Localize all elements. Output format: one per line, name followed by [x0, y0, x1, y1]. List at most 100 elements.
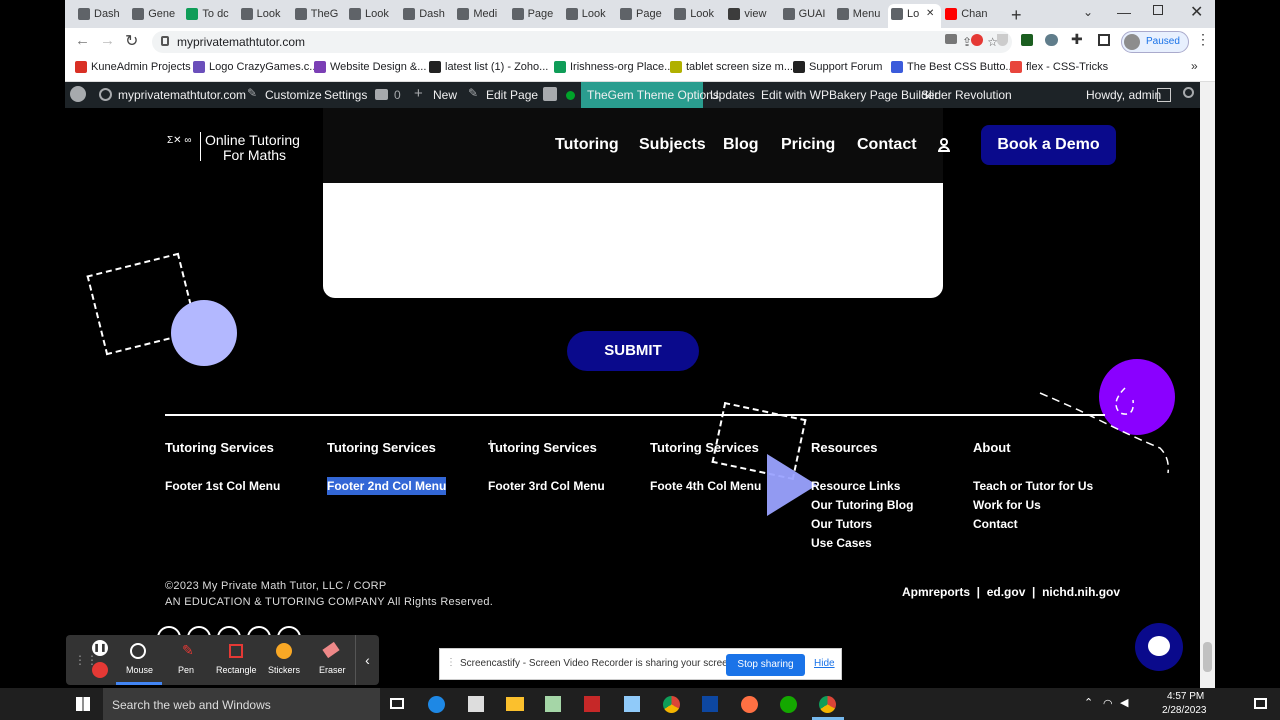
- wp-theme-options-link[interactable]: TheGem Theme Options: [581, 82, 719, 108]
- bookmark-item[interactable]: Irishness-org Place...: [554, 61, 673, 73]
- site-logo[interactable]: Σ✕ ∞ Online Tutoring For Maths: [167, 132, 317, 164]
- download-ext-icon[interactable]: [1021, 34, 1033, 46]
- forward-button[interactable]: →: [100, 32, 115, 49]
- browser-tab[interactable]: Lo ✕: [888, 4, 941, 28]
- wp-search-icon[interactable]: [1183, 87, 1194, 98]
- admin-avatar[interactable]: [1157, 88, 1171, 102]
- bookmark-item[interactable]: latest list (1) - Zoho...: [429, 61, 548, 73]
- footer-col3-link[interactable]: Footer 3rd Col Menu: [488, 479, 605, 493]
- footer-col1-link[interactable]: Footer 1st Col Menu: [165, 479, 280, 493]
- wp-site-link[interactable]: myprivatemathtutor.com: [118, 88, 246, 102]
- bookmark-item[interactable]: tablet screen size m...: [670, 61, 793, 73]
- taskbar-date[interactable]: 2/28/2023: [1162, 705, 1207, 716]
- browser-tab[interactable]: view: [725, 4, 778, 28]
- browser-tab[interactable]: Page: [509, 4, 562, 28]
- restore-button[interactable]: [1153, 5, 1163, 15]
- screencastify-ext-icon[interactable]: [971, 34, 983, 46]
- tab-search-icon[interactable]: ⌄: [1083, 5, 1093, 19]
- wp-wpbakery-link[interactable]: Edit with WPBakery Page Builder: [761, 88, 938, 102]
- bookmark-item[interactable]: flex - CSS-Tricks: [1010, 61, 1108, 73]
- form-textarea[interactable]: [323, 168, 943, 298]
- nav-subjects[interactable]: Subjects: [639, 136, 706, 154]
- browser-tab[interactable]: Dash: [400, 4, 453, 28]
- footer-work-for-us[interactable]: Work for Us: [973, 498, 1041, 512]
- wifi-icon[interactable]: ◠: [1103, 697, 1113, 710]
- stop-sharing-button[interactable]: Stop sharing: [726, 654, 805, 676]
- omnibox[interactable]: myprivatemathtutor.com ⇪ ☆: [152, 31, 1012, 53]
- sidebar-icon[interactable]: [1098, 34, 1110, 46]
- yoast-icon[interactable]: [543, 87, 557, 101]
- footer-teach-tutor[interactable]: Teach or Tutor for Us: [973, 479, 1093, 493]
- bookmark-item[interactable]: Support Forum: [793, 61, 882, 73]
- shield-ext-icon[interactable]: [997, 34, 1008, 46]
- app-icon-store[interactable]: [624, 696, 640, 712]
- new-tab-button[interactable]: +: [1011, 5, 1022, 26]
- footer-col2-link[interactable]: Footer 2nd Col Menu: [327, 477, 447, 495]
- browser-tab[interactable]: Look: [238, 4, 291, 28]
- browser-tab[interactable]: GUAI: [780, 4, 833, 28]
- footer-our-tutors[interactable]: Our Tutors: [811, 517, 872, 531]
- notepad-icon[interactable]: [545, 696, 561, 712]
- page-scrollbar[interactable]: [1200, 82, 1215, 688]
- tool-mouse[interactable]: Mouse: [116, 635, 162, 685]
- wp-edit-page-link[interactable]: Edit Page: [486, 88, 538, 102]
- footer-col4-link[interactable]: Foote 4th Col Menu: [650, 479, 761, 493]
- edge-icon[interactable]: [428, 696, 445, 713]
- wp-new-link[interactable]: New: [433, 88, 457, 102]
- photoshop-icon[interactable]: [702, 696, 718, 712]
- browser-menu-icon[interactable]: ⋮: [1196, 31, 1210, 48]
- tool-pen[interactable]: ✎ Pen: [166, 635, 210, 685]
- wp-updates-link[interactable]: Updates: [710, 88, 755, 102]
- browser-tab[interactable]: Chan: [942, 4, 995, 28]
- chrome-active-icon[interactable]: [819, 696, 836, 713]
- upwork-icon[interactable]: [780, 696, 797, 713]
- camera-ext-icon[interactable]: [945, 34, 957, 44]
- browser-tab[interactable]: Medi: [454, 4, 507, 28]
- volume-icon[interactable]: ◀: [1120, 696, 1128, 709]
- browser-tab[interactable]: Look: [346, 4, 399, 28]
- taskbar-search-box[interactable]: Search the web and Windows: [103, 688, 380, 720]
- browser-tab[interactable]: Look: [563, 4, 616, 28]
- browser-tab[interactable]: To dc: [183, 4, 236, 28]
- wordpress-logo-icon[interactable]: [70, 86, 86, 102]
- footer-contact[interactable]: Contact: [973, 517, 1018, 531]
- tool-stickers[interactable]: Stickers: [262, 635, 306, 685]
- pause-recording-button[interactable]: ❚❚: [92, 640, 108, 656]
- browser-tab[interactable]: Dash: [75, 4, 128, 28]
- book-demo-button[interactable]: Book a Demo: [981, 125, 1116, 165]
- tool-eraser[interactable]: Eraser: [310, 635, 352, 685]
- browser-tab[interactable]: TheG: [292, 4, 345, 28]
- close-window-button[interactable]: ✕: [1190, 2, 1203, 22]
- hide-banner-link[interactable]: Hide: [814, 658, 835, 669]
- more-bookmarks-icon[interactable]: »: [1191, 59, 1198, 73]
- nav-pricing[interactable]: Pricing: [781, 136, 835, 154]
- browser-tab[interactable]: Page: [617, 4, 670, 28]
- nav-tutoring[interactable]: Tutoring: [555, 136, 619, 154]
- bookmark-item[interactable]: The Best CSS Butto...: [891, 61, 1015, 73]
- footer-use-cases[interactable]: Use Cases: [811, 536, 872, 550]
- cloud-ext-icon[interactable]: [1045, 34, 1058, 46]
- browser-tab[interactable]: Look: [671, 4, 724, 28]
- taskbar-time[interactable]: 4:57 PM: [1167, 691, 1204, 702]
- close-tab-icon[interactable]: ✕: [926, 4, 934, 24]
- collapse-toolbar-button[interactable]: ‹: [355, 635, 379, 685]
- chrome-icon[interactable]: [663, 696, 680, 713]
- tool-rectangle[interactable]: Rectangle: [212, 635, 260, 685]
- nav-blog[interactable]: Blog: [723, 136, 759, 154]
- extensions-puzzle-icon[interactable]: ✚: [1071, 31, 1083, 48]
- user-account-icon[interactable]: [938, 138, 950, 152]
- banner-drag-icon[interactable]: ⋮: [446, 657, 456, 668]
- windows-start-icon[interactable]: [76, 697, 90, 711]
- wp-howdy-link[interactable]: Howdy, admin: [1086, 88, 1161, 102]
- wp-comments-count[interactable]: 0: [394, 88, 401, 102]
- bookmark-item[interactable]: Website Design &...: [314, 61, 426, 73]
- bookmark-item[interactable]: KuneAdmin Projects: [75, 61, 191, 73]
- wp-slider-link[interactable]: Slider Revolution: [921, 88, 1012, 102]
- reload-button[interactable]: ↻: [125, 31, 138, 51]
- file-explorer-icon[interactable]: [506, 697, 524, 711]
- footer-tutoring-blog[interactable]: Our Tutoring Blog: [811, 498, 913, 512]
- notifications-icon[interactable]: [1254, 698, 1267, 709]
- browser-tab[interactable]: Gene: [129, 4, 182, 28]
- back-button[interactable]: ←: [75, 32, 90, 49]
- chat-widget-button[interactable]: [1135, 623, 1183, 671]
